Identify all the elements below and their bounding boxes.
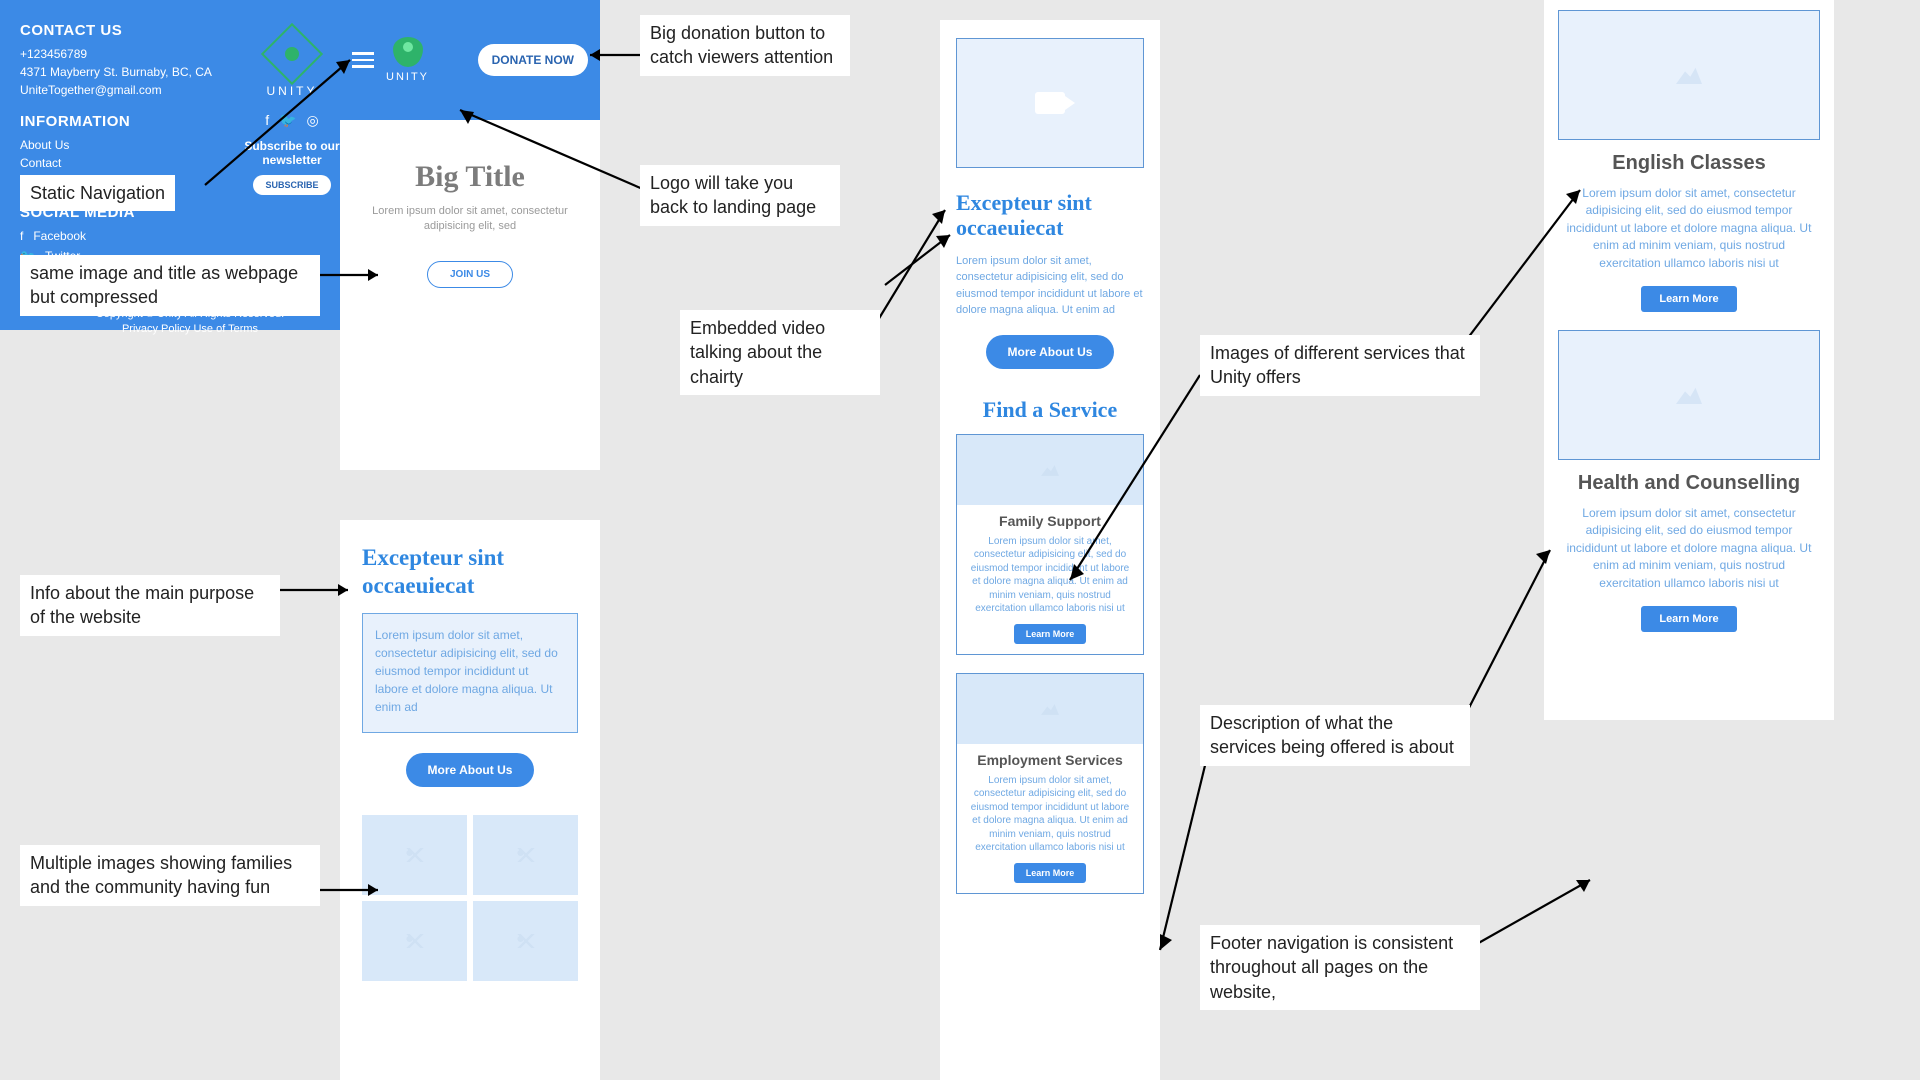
- service-title: English Classes: [1558, 152, 1820, 175]
- mockup-about-images: Excepteur sint occaeuiecat Lorem ipsum d…: [340, 520, 600, 1080]
- annotation-nav: Static Navigation: [20, 175, 175, 211]
- footer-link-facebook[interactable]: Facebook: [33, 227, 86, 245]
- footer-info-heading: INFORMATION: [20, 113, 217, 130]
- service-image-placeholder: [1558, 10, 1820, 140]
- video-placeholder[interactable]: [956, 38, 1144, 168]
- annotation-logo: Logo will take you back to landing page: [640, 165, 840, 226]
- annotation-mainpurpose: Info about the main purpose of the websi…: [20, 575, 280, 636]
- service-image-placeholder: [1558, 330, 1820, 460]
- video-icon: [1035, 92, 1065, 114]
- learn-more-button[interactable]: Learn More: [1014, 624, 1087, 644]
- service-title: Employment Services: [957, 752, 1143, 768]
- image-placeholder: [362, 901, 467, 981]
- about-body: Lorem ipsum dolor sit amet, consectetur …: [362, 613, 578, 733]
- more-about-us-button[interactable]: More About Us: [986, 335, 1115, 369]
- video-heading: Excepteur sint occaeuiecat: [956, 190, 1144, 241]
- footer-link-contact[interactable]: Contact: [20, 154, 217, 172]
- video-body: Lorem ipsum dolor sit amet, consectetur …: [956, 253, 1144, 319]
- more-about-us-button[interactable]: More About Us: [406, 753, 535, 787]
- service-desc: Lorem ipsum dolor sit amet, consectetur …: [957, 774, 1143, 855]
- footer-phone[interactable]: +123456789: [20, 45, 217, 63]
- learn-more-button[interactable]: Learn More: [1641, 286, 1736, 312]
- footer-contact-heading: CONTACT US: [20, 22, 217, 39]
- annotation-service-images: Images of different services that Unity …: [1200, 335, 1480, 396]
- service-image-placeholder: [957, 674, 1143, 744]
- image-placeholder: [473, 901, 578, 981]
- service-title: Health and Counselling: [1558, 472, 1820, 495]
- page-subtitle: Lorem ipsum dolor sit amet, consectetur …: [358, 204, 582, 235]
- logo-icon: [393, 37, 423, 67]
- annotation-sameimage: same image and title as webpage but comp…: [20, 255, 320, 316]
- footer-email[interactable]: UniteTogether@gmail.com: [20, 81, 217, 99]
- learn-more-button[interactable]: Learn More: [1641, 606, 1736, 632]
- annotation-video: Embedded video talking about the chairty: [680, 310, 880, 395]
- image-grid: [362, 815, 578, 981]
- image-placeholder: [473, 815, 578, 895]
- copyright-line: Privacy Policy Use of Terms: [20, 322, 360, 337]
- facebook-icon[interactable]: f: [20, 229, 23, 243]
- donate-button[interactable]: DONATE NOW: [478, 44, 588, 76]
- brand-name: UNITY: [386, 71, 429, 83]
- footer-address: 4371 Mayberry St. Burnaby, BC, CA: [20, 63, 217, 81]
- footer-link-about[interactable]: About Us: [20, 136, 217, 154]
- service-desc: Lorem ipsum dolor sit amet, consectetur …: [1558, 505, 1820, 592]
- brand-logo[interactable]: UNITY: [386, 37, 429, 83]
- about-heading: Excepteur sint occaeuiecat: [362, 544, 578, 599]
- service-card: Employment Services Lorem ipsum dolor si…: [956, 673, 1144, 894]
- join-us-button[interactable]: JOIN US: [427, 261, 513, 288]
- service-desc: Lorem ipsum dolor sit amet, consectetur …: [1558, 185, 1820, 272]
- mockup-services-column: English Classes Lorem ipsum dolor sit am…: [1544, 0, 1834, 720]
- annotation-families: Multiple images showing families and the…: [20, 845, 320, 906]
- annotation-footer-nav: Footer navigation is consistent througho…: [1200, 925, 1480, 1010]
- annotation-service-desc: Description of what the services being o…: [1200, 705, 1470, 766]
- mockup-header-hero: UNITY DONATE NOW Big Title Lorem ipsum d…: [340, 0, 600, 470]
- annotation-donate: Big donation button to catch viewers att…: [640, 15, 850, 76]
- learn-more-button[interactable]: Learn More: [1014, 863, 1087, 883]
